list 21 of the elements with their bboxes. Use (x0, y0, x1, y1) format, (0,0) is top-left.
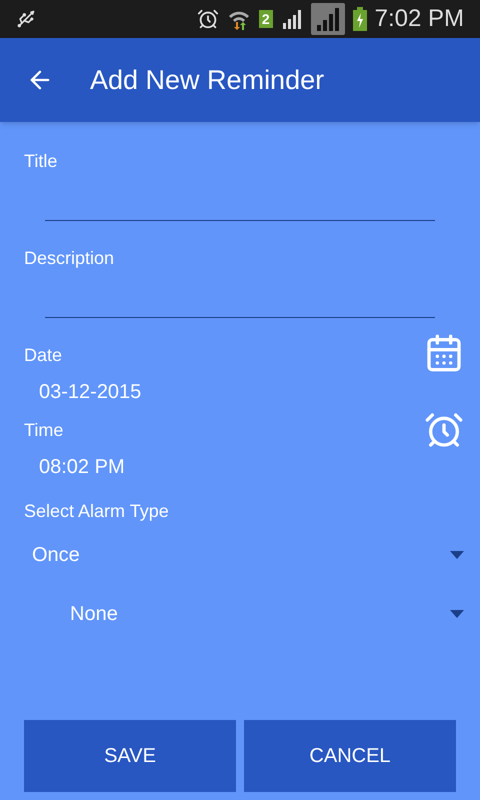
section-label: Select Alarm Type (24, 500, 170, 523)
screen-title: Add New Reminder (90, 64, 324, 97)
field-label: Date (24, 344, 64, 367)
dropdown[interactable]: None (24, 594, 464, 634)
signal-icon (310, 3, 345, 35)
signal-icon (280, 9, 303, 29)
field-label: Time (24, 419, 64, 442)
time-value[interactable]: 08:02 PM (39, 455, 424, 479)
sim-badge: 2 (258, 10, 273, 28)
clock-time: 7:02 PM (374, 4, 464, 34)
cancel-button[interactable]: CANCEL (244, 720, 456, 792)
date-value[interactable]: 03-12-2015 (39, 380, 424, 404)
alarm-icon (196, 8, 219, 30)
battery-icon (352, 7, 367, 31)
save-button[interactable]: SAVE (24, 720, 236, 792)
caret-icon (450, 551, 464, 559)
field-label: Title (24, 150, 58, 173)
usb-icon (16, 9, 36, 29)
caret-icon (450, 610, 464, 618)
dropdown[interactable]: Once (24, 535, 464, 575)
field-label: Description (24, 247, 116, 270)
